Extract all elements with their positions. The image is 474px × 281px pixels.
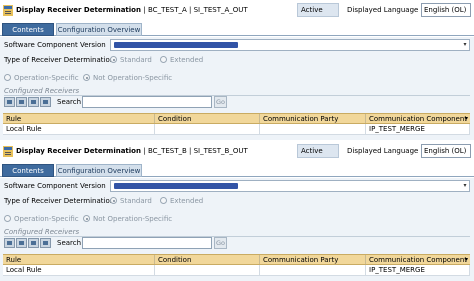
configured-receivers-heading: Configured Receivers: [4, 228, 80, 236]
title-mode: Display Receiver Determination: [16, 6, 141, 14]
radio-operation-specific-label: Operation-Specific: [14, 215, 79, 223]
column-header-communication-component-label: Communication Component: [369, 256, 468, 264]
go-button[interactable]: Go: [214, 96, 227, 108]
swcv-value-redacted: [114, 42, 238, 48]
column-header-communication-party[interactable]: Communication Party: [260, 255, 366, 264]
cell-condition: [155, 265, 260, 275]
divider: [4, 236, 470, 237]
dropdown-icon[interactable]: ▾: [462, 41, 468, 49]
page-title: Display Receiver Determination | BC_TEST…: [16, 6, 248, 14]
radio-operation-specific[interactable]: [4, 74, 11, 81]
cell-communication-component: IP_TEST_MERGE: [366, 124, 470, 134]
type-label: Type of Receiver Determination: [4, 56, 115, 64]
tab-contents[interactable]: Contents: [2, 164, 54, 177]
delete-row-button[interactable]: [16, 238, 27, 248]
cell-condition: [155, 124, 260, 134]
tab-bar: Contents Configuration Overview: [0, 23, 474, 36]
radio-not-operation-specific-label: Not Operation-Specific: [93, 74, 173, 82]
radio-operation-specific[interactable]: [4, 215, 11, 222]
language-select[interactable]: English (OL): [421, 144, 471, 158]
tab-contents[interactable]: Contents: [2, 23, 54, 36]
cell-communication-party: [260, 265, 366, 275]
title-object: | BC_TEST_B | SI_TEST_B_OUT: [143, 147, 248, 155]
radio-not-operation-specific-label: Not Operation-Specific: [93, 215, 173, 223]
sort-icon[interactable]: ▾: [465, 256, 469, 264]
receiver-determination-icon: [3, 146, 13, 157]
column-header-communication-party[interactable]: Communication Party: [260, 114, 366, 123]
cell-communication-party: [260, 124, 366, 134]
go-button[interactable]: Go: [214, 237, 227, 249]
title-object: | BC_TEST_A | SI_TEST_A_OUT: [143, 6, 248, 14]
contents-area: Software Component Version ▾ Type of Rec…: [0, 37, 474, 140]
swcv-field[interactable]: ▾: [110, 39, 470, 51]
copy-row-button[interactable]: [28, 97, 39, 107]
title-mode: Display Receiver Determination: [16, 147, 141, 155]
table-row[interactable]: Local Rule IP_TEST_MERGE: [3, 124, 470, 135]
copy-row-button[interactable]: [28, 238, 39, 248]
receiver-determination-panel: Display Receiver Determination | BC_TEST…: [0, 0, 474, 140]
search-input[interactable]: [82, 237, 212, 249]
radio-extended-label: Extended: [170, 56, 204, 64]
tab-configuration-overview[interactable]: Configuration Overview: [56, 164, 142, 177]
table-row[interactable]: Local Rule IP_TEST_MERGE: [3, 265, 470, 276]
dropdown-icon[interactable]: ▾: [462, 182, 468, 190]
receiver-determination-icon: [3, 5, 13, 16]
insert-row-button[interactable]: [4, 238, 15, 248]
filter-button[interactable]: [40, 97, 51, 107]
swcv-field[interactable]: ▾: [110, 180, 470, 192]
radio-extended[interactable]: [160, 197, 167, 204]
receivers-table: Rule Condition Communication Party Commu…: [3, 254, 470, 276]
radio-standard-label: Standard: [120, 197, 152, 205]
configured-receivers-heading: Configured Receivers: [4, 87, 80, 95]
language-select[interactable]: English (OL): [421, 3, 471, 17]
sort-icon[interactable]: ▾: [465, 115, 469, 123]
search-label: Search: [57, 98, 82, 106]
delete-row-button[interactable]: [16, 97, 27, 107]
radio-not-operation-specific[interactable]: [83, 74, 90, 81]
search-input[interactable]: [82, 96, 212, 108]
tab-configuration-overview[interactable]: Configuration Overview: [56, 23, 142, 36]
radio-extended-label: Extended: [170, 197, 204, 205]
column-header-communication-component[interactable]: Communication Component ▾: [366, 114, 470, 123]
table-header: Rule Condition Communication Party Commu…: [3, 254, 470, 265]
column-header-condition[interactable]: Condition: [155, 255, 260, 264]
receivers-table: Rule Condition Communication Party Commu…: [3, 113, 470, 135]
title-bar: Display Receiver Determination | BC_TEST…: [0, 0, 474, 21]
column-header-condition[interactable]: Condition: [155, 114, 260, 123]
cell-rule: Local Rule: [3, 265, 155, 275]
column-header-communication-component[interactable]: Communication Component ▾: [366, 255, 470, 264]
page-title: Display Receiver Determination | BC_TEST…: [16, 147, 248, 155]
status-field: Active: [297, 144, 339, 158]
radio-operation-specific-label: Operation-Specific: [14, 74, 79, 82]
title-bar: Display Receiver Determination | BC_TEST…: [0, 141, 474, 162]
divider: [4, 95, 470, 96]
column-header-rule[interactable]: Rule: [3, 114, 155, 123]
contents-area: Software Component Version ▾ Type of Rec…: [0, 178, 474, 281]
search-label: Search: [57, 239, 82, 247]
receiver-determination-panel: Display Receiver Determination | BC_TEST…: [0, 141, 474, 281]
swcv-label: Software Component Version: [4, 41, 106, 49]
column-header-communication-component-label: Communication Component: [369, 115, 468, 123]
radio-standard[interactable]: [110, 197, 117, 204]
language-label: Displayed Language: [347, 147, 419, 155]
radio-extended[interactable]: [160, 56, 167, 63]
column-header-rule[interactable]: Rule: [3, 255, 155, 264]
radio-not-operation-specific[interactable]: [83, 215, 90, 222]
radio-standard[interactable]: [110, 56, 117, 63]
insert-row-button[interactable]: [4, 97, 15, 107]
cell-rule: Local Rule: [3, 124, 155, 134]
table-header: Rule Condition Communication Party Commu…: [3, 113, 470, 124]
type-label: Type of Receiver Determination: [4, 197, 115, 205]
status-field: Active: [297, 3, 339, 17]
swcv-value-redacted: [114, 183, 238, 189]
swcv-label: Software Component Version: [4, 182, 106, 190]
radio-standard-label: Standard: [120, 56, 152, 64]
language-label: Displayed Language: [347, 6, 419, 14]
filter-button[interactable]: [40, 238, 51, 248]
cell-communication-component: IP_TEST_MERGE: [366, 265, 470, 275]
tab-bar: Contents Configuration Overview: [0, 164, 474, 177]
